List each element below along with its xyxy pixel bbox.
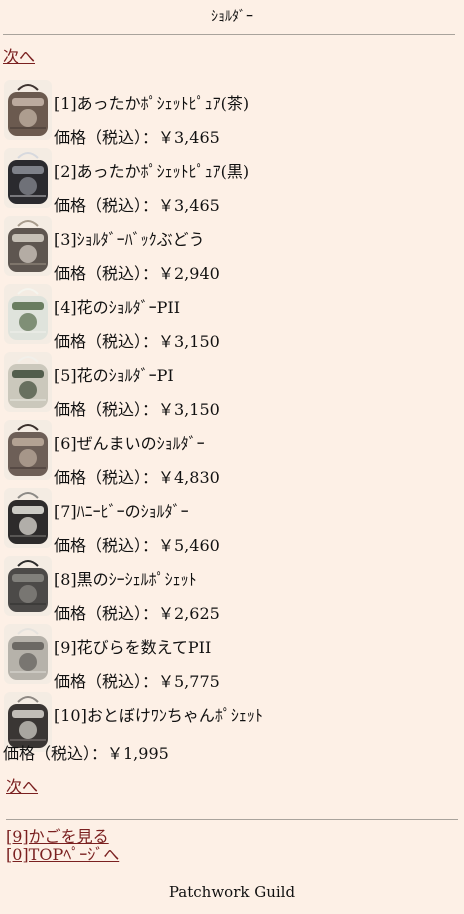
product-thumbnail[interactable] bbox=[4, 488, 52, 548]
product-item[interactable]: [8]黒のｼｰｼｪﾙﾎﾟｼｪｯﾄ 価格（税込）：￥2,625 bbox=[3, 556, 458, 624]
product-name-link[interactable]: [8]黒のｼｰｼｪﾙﾎﾟｼｪｯﾄ bbox=[54, 566, 197, 590]
product-name-link[interactable]: [1]あったかﾎﾟｼｪｯﾄﾋﾟｭｱ(茶) bbox=[54, 90, 249, 114]
product-item[interactable]: [10]おとぼけﾜﾝちゃんﾎﾟｼｪｯﾄ 価格（税込）：￥1,995 bbox=[3, 692, 458, 763]
product-item[interactable]: [1]あったかﾎﾟｼｪｯﾄﾋﾟｭｱ(茶) 価格（税込）：￥3,465 bbox=[3, 80, 458, 148]
next-page-link-top[interactable]: 次へ bbox=[3, 43, 35, 67]
product-name-link[interactable]: [2]あったかﾎﾟｼｪｯﾄﾋﾟｭｱ(黒) bbox=[54, 158, 249, 182]
product-price: 価格（税込）：￥3,150 bbox=[54, 332, 220, 351]
product-name-link[interactable]: [9]花びらを数えてPII bbox=[54, 634, 211, 658]
product-price: 価格（税込）：￥5,775 bbox=[54, 672, 220, 691]
product-item[interactable]: [6]ぜんまいのｼｮﾙﾀﾞｰ 価格（税込）：￥4,830 bbox=[3, 420, 458, 488]
product-thumbnail[interactable] bbox=[4, 624, 52, 684]
product-item[interactable]: [3]ｼｮﾙﾀﾞｰﾊﾞｯｸぶどう価格（税込）：￥2,940 bbox=[3, 216, 458, 284]
product-price: 価格（税込）：￥3,465 bbox=[54, 196, 220, 215]
product-name-link[interactable]: [10]おとぼけﾜﾝちゃんﾎﾟｼｪｯﾄ bbox=[54, 702, 263, 726]
product-thumbnail[interactable] bbox=[4, 556, 52, 616]
product-price: 価格（税込）：￥1,995 bbox=[3, 744, 169, 763]
divider-top bbox=[3, 34, 455, 35]
product-price: 価格（税込）：￥3,150 bbox=[54, 400, 220, 419]
product-item[interactable]: [4]花のｼｮﾙﾀﾞｰPII 価格（税込）：￥3,150 bbox=[3, 284, 458, 352]
product-item[interactable]: [2]あったかﾎﾟｼｪｯﾄﾋﾟｭｱ(黒) 価格（税込）：￥3,465 bbox=[3, 148, 458, 216]
divider-bottom bbox=[6, 819, 458, 820]
product-price: 価格（税込）：￥4,830 bbox=[54, 468, 220, 487]
top-page-link[interactable]: [0]TOPﾍﾟｰｼﾞへ bbox=[6, 845, 119, 864]
product-thumbnail[interactable] bbox=[4, 216, 52, 276]
product-name-link[interactable]: [4]花のｼｮﾙﾀﾞｰPII bbox=[54, 294, 180, 318]
site-brand: Patchwork Guild bbox=[168, 883, 296, 901]
product-item[interactable]: [5]花のｼｮﾙﾀﾞｰPI 価格（税込）：￥3,150 bbox=[3, 352, 458, 420]
product-price: 価格（税込）：￥5,460 bbox=[54, 536, 220, 555]
product-thumbnail[interactable] bbox=[4, 148, 52, 208]
product-price: 価格（税込）：￥2,625 bbox=[54, 604, 220, 623]
product-thumbnail[interactable] bbox=[4, 80, 52, 140]
product-name-link[interactable]: [7]ﾊﾆｰﾋﾞｰのｼｮﾙﾀﾞｰ bbox=[54, 498, 189, 522]
product-thumbnail[interactable] bbox=[4, 420, 52, 480]
footer-links: [9]かごを見る [0]TOPﾍﾟｰｼﾞへ bbox=[6, 828, 119, 864]
product-name-link[interactable]: [6]ぜんまいのｼｮﾙﾀﾞｰ bbox=[54, 430, 205, 454]
product-name-link[interactable]: [3]ｼｮﾙﾀﾞｰﾊﾞｯｸぶどう bbox=[54, 226, 205, 250]
product-name-link[interactable]: [5]花のｼｮﾙﾀﾞｰPI bbox=[54, 362, 174, 386]
product-thumbnail[interactable] bbox=[4, 284, 52, 344]
page-title: ｼｮﾙﾀﾞｰ bbox=[211, 9, 253, 25]
next-page-link-bottom[interactable]: 次へ bbox=[6, 773, 38, 797]
product-item[interactable]: [7]ﾊﾆｰﾋﾞｰのｼｮﾙﾀﾞｰ 価格（税込）：￥5,460 bbox=[3, 488, 458, 556]
product-price: 価格（税込）：￥3,465 bbox=[54, 128, 220, 147]
product-item[interactable]: [9]花びらを数えてPII 価格（税込）：￥5,775 bbox=[3, 624, 458, 692]
product-price: 価格（税込）：￥2,940 bbox=[54, 264, 220, 283]
product-thumbnail[interactable] bbox=[4, 352, 52, 412]
view-cart-link[interactable]: [9]かごを見る bbox=[6, 827, 109, 846]
